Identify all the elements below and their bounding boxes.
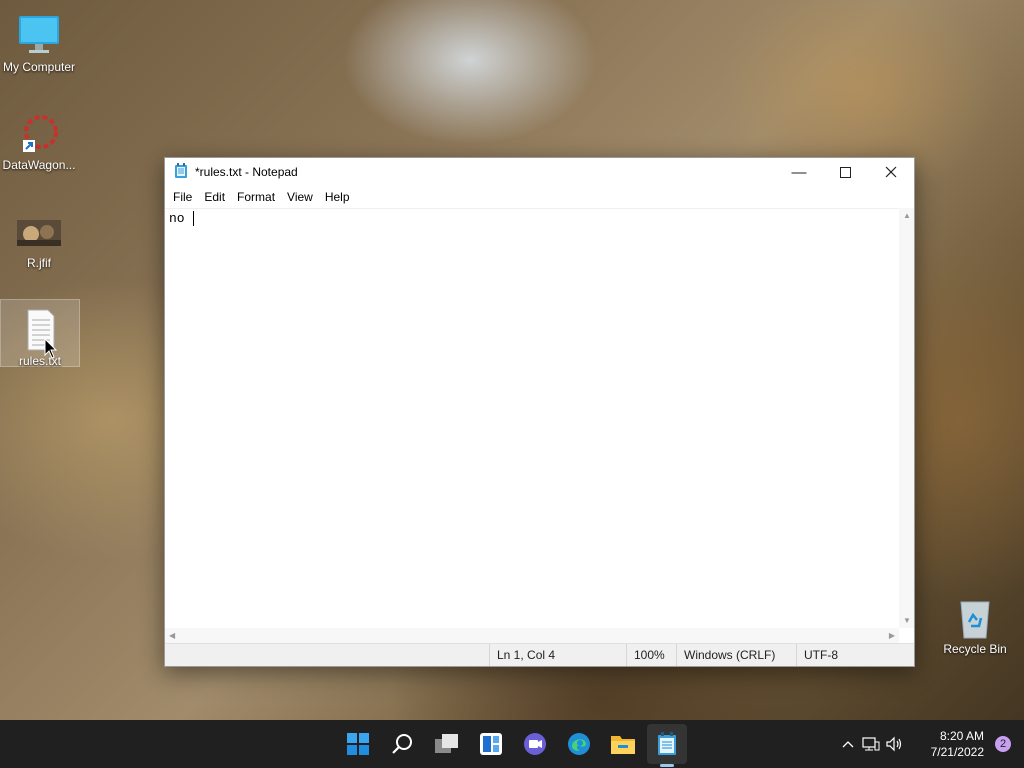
task-view-icon bbox=[435, 734, 458, 753]
menu-edit[interactable]: Edit bbox=[198, 190, 231, 204]
system-tray: 8:20 AM 7/21/2022 2 bbox=[838, 720, 1011, 768]
clock-button[interactable]: 8:20 AM 7/21/2022 bbox=[912, 728, 984, 760]
active-app-indicator bbox=[660, 764, 674, 767]
scroll-up-icon[interactable]: ▲ bbox=[903, 211, 911, 220]
show-hidden-icons-button[interactable] bbox=[838, 740, 858, 748]
minimize-button[interactable]: — bbox=[776, 158, 822, 186]
monitor-icon bbox=[15, 14, 63, 58]
clock-date: 7/21/2022 bbox=[930, 745, 984, 759]
editor-text: no bbox=[169, 211, 193, 226]
chevron-up-icon bbox=[842, 741, 854, 748]
desktop-icon-rules-txt[interactable]: rules.txt bbox=[0, 299, 80, 368]
search-icon bbox=[392, 734, 412, 754]
notepad-icon bbox=[658, 732, 676, 755]
text-editor[interactable]: no bbox=[165, 208, 899, 628]
text-caret bbox=[193, 211, 195, 227]
recycle-bin-icon bbox=[951, 596, 999, 640]
teams-chat-icon bbox=[524, 733, 546, 755]
desktop-icon-label: DataWagon... bbox=[2, 158, 76, 172]
search-button[interactable] bbox=[383, 724, 423, 764]
notepad-window: *rules.txt - Notepad — File Edit Format … bbox=[164, 157, 915, 667]
mouse-cursor-icon bbox=[44, 338, 58, 359]
network-icon bbox=[862, 737, 880, 751]
notepad-taskbar-button[interactable] bbox=[647, 724, 687, 764]
notepad-icon bbox=[174, 162, 188, 182]
title-bar[interactable]: *rules.txt - Notepad — bbox=[165, 158, 914, 186]
status-zoom: 100% bbox=[626, 644, 674, 666]
task-view-button[interactable] bbox=[427, 724, 467, 764]
widgets-button[interactable] bbox=[471, 724, 511, 764]
file-explorer-button[interactable] bbox=[603, 724, 643, 764]
menu-bar: File Edit Format View Help bbox=[165, 186, 914, 209]
menu-format[interactable]: Format bbox=[231, 190, 281, 204]
maximize-button[interactable] bbox=[822, 158, 868, 186]
start-button[interactable] bbox=[338, 724, 378, 764]
desktop-icon-label: Recycle Bin bbox=[943, 642, 1007, 656]
image-file-icon bbox=[15, 210, 63, 254]
network-button[interactable] bbox=[858, 736, 884, 752]
minimize-icon: — bbox=[791, 163, 807, 181]
window-title: *rules.txt - Notepad bbox=[195, 165, 298, 179]
status-encoding: UTF-8 bbox=[796, 644, 904, 666]
widgets-icon bbox=[480, 733, 502, 755]
scroll-left-icon[interactable]: ◀ bbox=[169, 631, 175, 640]
taskbar: 8:20 AM 7/21/2022 2 bbox=[0, 720, 1024, 768]
status-bar: Ln 1, Col 4 100% Windows (CRLF) UTF-8 bbox=[165, 643, 914, 666]
scroll-right-icon[interactable]: ▶ bbox=[889, 631, 895, 640]
edge-button[interactable] bbox=[559, 724, 599, 764]
close-icon bbox=[885, 166, 897, 178]
clock-time: 8:20 AM bbox=[939, 729, 984, 743]
menu-view[interactable]: View bbox=[281, 190, 319, 204]
horizontal-scrollbar[interactable]: ◀ ▶ bbox=[165, 628, 899, 644]
desktop-icon-label: R.jfif bbox=[27, 256, 51, 270]
volume-icon bbox=[886, 736, 902, 752]
desktop-icon-r-jfif[interactable]: R.jfif bbox=[0, 202, 78, 270]
desktop-icon-label: rules.txt bbox=[18, 354, 61, 368]
status-line-ending: Windows (CRLF) bbox=[676, 644, 784, 666]
desktop-icon-datawagon[interactable]: DataWagon... bbox=[0, 104, 78, 172]
start-icon bbox=[347, 733, 369, 755]
file-explorer-icon bbox=[611, 736, 635, 754]
datawagon-shortcut-icon bbox=[15, 112, 63, 156]
volume-button[interactable] bbox=[884, 736, 906, 752]
scroll-down-icon[interactable]: ▼ bbox=[903, 616, 911, 625]
menu-file[interactable]: File bbox=[167, 190, 198, 204]
status-cursor-position: Ln 1, Col 4 bbox=[489, 644, 621, 666]
notification-badge[interactable]: 2 bbox=[995, 736, 1011, 752]
vertical-scrollbar[interactable]: ▲ ▼ bbox=[899, 208, 914, 628]
edge-icon bbox=[568, 733, 590, 755]
close-button[interactable] bbox=[868, 158, 914, 186]
desktop-icon-recycle-bin[interactable]: Recycle Bin bbox=[936, 588, 1014, 656]
teams-chat-button[interactable] bbox=[515, 724, 555, 764]
desktop-icon-label: My Computer bbox=[2, 60, 76, 74]
menu-help[interactable]: Help bbox=[319, 190, 356, 204]
maximize-icon bbox=[839, 166, 851, 178]
desktop-icon-my-computer[interactable]: My Computer bbox=[0, 6, 78, 74]
